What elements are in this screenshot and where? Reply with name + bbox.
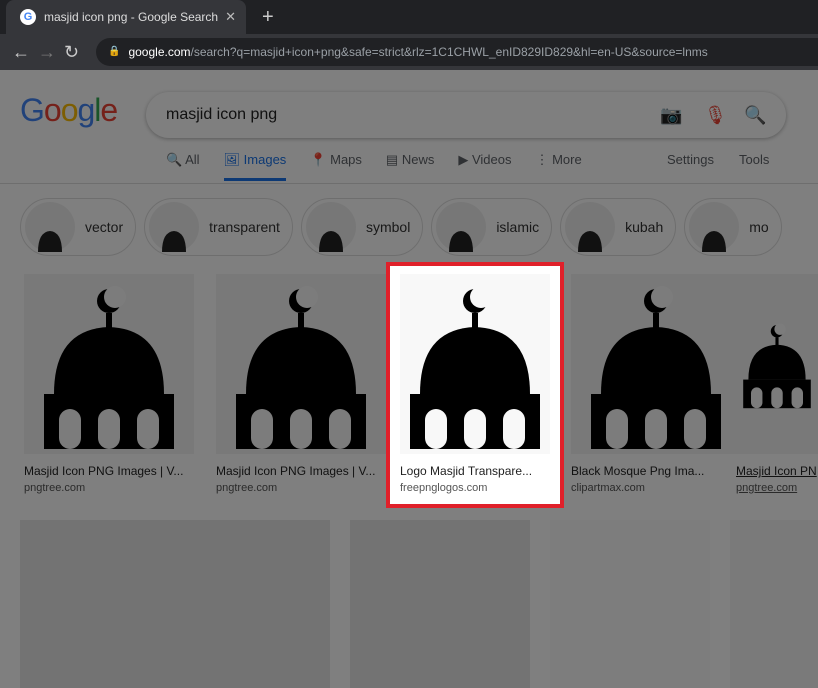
close-tab-icon[interactable]: ✕ bbox=[225, 9, 236, 25]
highlighted-image-result[interactable]: Logo Masjid Transpare... freepnglogos.com bbox=[386, 262, 564, 508]
result-source[interactable]: freepnglogos.com bbox=[400, 482, 550, 494]
new-tab-icon[interactable]: + bbox=[262, 6, 274, 29]
url-input[interactable]: 🔒 google.com/search?q=masjid+icon+png&saf… bbox=[96, 38, 818, 66]
url-path: /search?q=masjid+icon+png&safe=strict&rl… bbox=[190, 45, 708, 59]
url-host: google.com bbox=[128, 45, 191, 59]
forward-icon[interactable]: → bbox=[38, 42, 64, 63]
reload-icon[interactable]: ↻ bbox=[64, 42, 90, 63]
back-icon[interactable]: ← bbox=[12, 42, 38, 63]
result-thumbnail[interactable] bbox=[400, 274, 550, 454]
tab-bar: G masjid icon png - Google Search ✕ + bbox=[0, 0, 818, 34]
result-title[interactable]: Logo Masjid Transpare... bbox=[400, 464, 550, 478]
tab-title: masjid icon png - Google Search bbox=[44, 10, 219, 24]
google-favicon-icon: G bbox=[20, 9, 36, 25]
browser-tab[interactable]: G masjid icon png - Google Search ✕ bbox=[6, 0, 246, 34]
lock-icon: 🔒 bbox=[108, 46, 121, 57]
url-text: google.com/search?q=masjid+icon+png&safe… bbox=[128, 46, 707, 58]
address-bar: ← → ↻ 🔒 google.com/search?q=masjid+icon+p… bbox=[0, 34, 818, 70]
